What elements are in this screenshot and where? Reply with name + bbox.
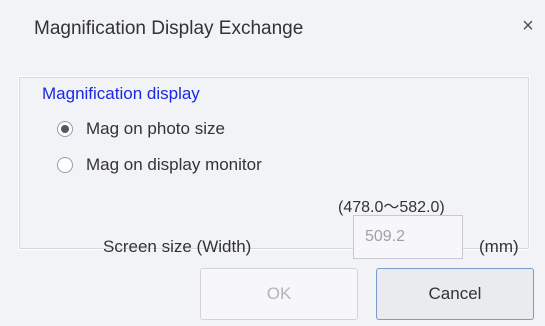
- ok-button[interactable]: OK: [200, 268, 358, 320]
- radio-label: Mag on photo size: [86, 119, 225, 138]
- screen-width-input[interactable]: [353, 215, 463, 259]
- radio-mag-on-display-monitor[interactable]: Mag on display monitor: [57, 155, 262, 175]
- radio-mag-on-photo-size[interactable]: Mag on photo size: [57, 119, 225, 139]
- magnification-dialog: Magnification Display Exchange × Magnifi…: [0, 0, 545, 326]
- group-legend: Magnification display: [39, 84, 203, 104]
- radio-button-checked[interactable]: [57, 121, 73, 137]
- screen-size-label: Screen size (Width): [103, 237, 252, 256]
- title-bar: Magnification Display Exchange ×: [0, 0, 545, 56]
- magnification-display-group: Magnification display Mag on photo size …: [18, 76, 530, 259]
- radio-label: Mag on display monitor: [86, 155, 262, 174]
- radio-button-unchecked[interactable]: [57, 157, 73, 173]
- unit-label: (mm): [479, 237, 519, 256]
- dialog-title: Magnification Display Exchange: [34, 18, 304, 39]
- cancel-button[interactable]: Cancel: [376, 268, 534, 320]
- dialog-content: Magnification display Mag on photo size …: [8, 56, 539, 326]
- screen-size-range: (478.0〜582.0): [338, 199, 445, 216]
- close-icon[interactable]: ×: [518, 16, 538, 36]
